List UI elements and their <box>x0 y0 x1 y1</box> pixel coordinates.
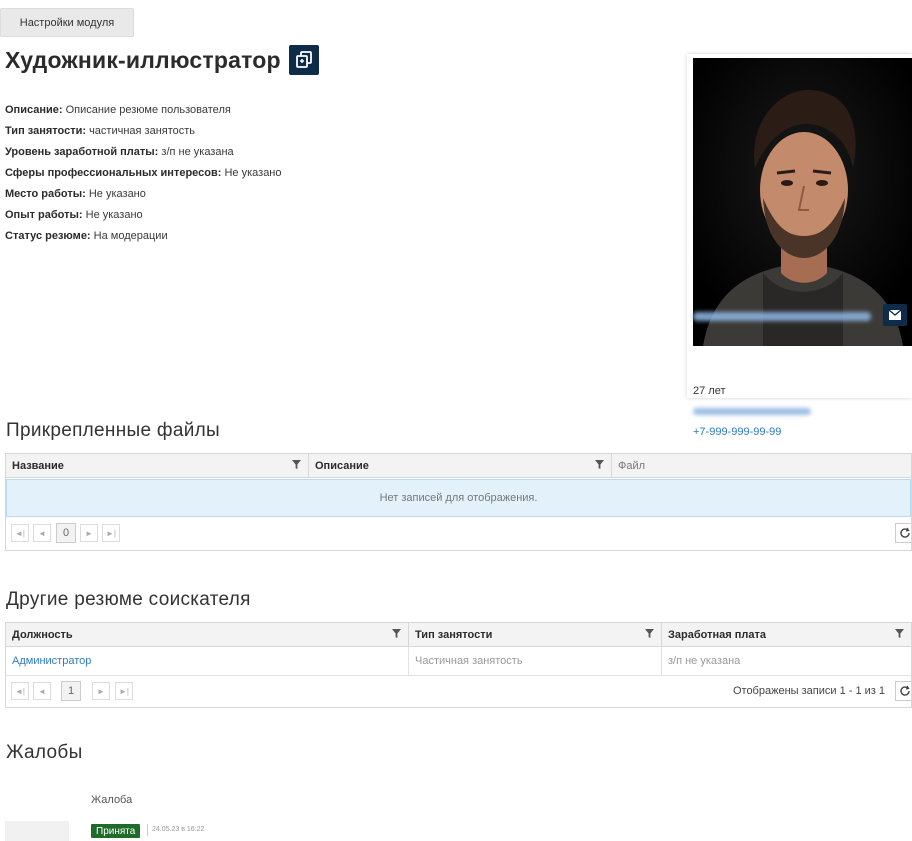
last-page-icon: ►| <box>106 528 116 538</box>
filter-icon[interactable] <box>595 460 604 469</box>
attached-files-title: Прикрепленные файлы <box>6 420 220 441</box>
other-resumes-title: Другие резюме соискателя <box>6 589 251 610</box>
info-value: частичная занятость <box>86 125 196 137</box>
info-value: з/п не указана <box>158 146 234 158</box>
empty-records-row: Нет записей для отображения. <box>6 479 911 517</box>
send-message-button[interactable] <box>883 304 907 326</box>
column-header-employment[interactable]: Тип занятости <box>409 623 662 646</box>
info-row-interests: Сферы профессиональных интересов: Не ука… <box>5 163 282 184</box>
cell-position[interactable]: Администратор <box>6 647 409 675</box>
current-page[interactable]: 0 <box>56 523 76 543</box>
next-page-button[interactable]: ► <box>80 524 98 542</box>
copy-icon <box>295 51 312 68</box>
info-row-experience: Опыт работы: Не указано <box>5 205 282 226</box>
resume-info: Описание: Описание резюме пользователя Т… <box>5 100 282 247</box>
column-header-file[interactable]: Файл <box>612 454 911 477</box>
info-label: Статус резюме: <box>5 230 91 242</box>
grid-pager: ◄| ◄ 0 ► ►| <box>6 518 911 549</box>
next-page-icon: ► <box>85 528 93 538</box>
status-badge: Принята <box>91 824 141 838</box>
info-value: Описание резюме пользователя <box>62 104 231 116</box>
filter-icon[interactable] <box>392 629 401 638</box>
refresh-icon <box>900 527 910 538</box>
profile-phone-link[interactable]: +7-999-999-99-99 <box>693 426 781 438</box>
profile-photo <box>693 58 912 346</box>
next-page-icon: ► <box>97 686 105 696</box>
info-row-workplace: Место работы: Не указано <box>5 184 282 205</box>
complaint-date: 24.05.23 в 16:22 <box>152 826 205 833</box>
module-settings-button[interactable]: Настройки модуля <box>0 8 134 37</box>
column-title: Должность <box>12 628 73 641</box>
column-title: Описание <box>315 459 369 472</box>
profile-age: 27 лет <box>693 385 726 397</box>
first-page-button[interactable]: ◄| <box>11 682 29 700</box>
info-label: Тип занятости: <box>5 125 87 137</box>
cell-employment: Частичная занятость <box>409 647 662 675</box>
info-label: Сферы профессиональных интересов: <box>5 167 222 179</box>
info-label: Место работы: <box>5 188 86 200</box>
info-row-status: Статус резюме: На модерации <box>5 226 282 247</box>
info-label: Уровень заработной платы: <box>5 146 159 158</box>
first-page-icon: ◄| <box>15 686 25 696</box>
info-label: Опыт работы: <box>5 209 83 221</box>
filter-icon[interactable] <box>292 460 301 469</box>
last-page-icon: ►| <box>119 686 129 696</box>
separator <box>147 824 148 836</box>
complaint-label: Жалоба <box>91 794 133 806</box>
refresh-button[interactable] <box>895 681 911 701</box>
profile-name-link[interactable] <box>693 312 871 321</box>
prev-page-icon: ◄ <box>38 686 46 696</box>
info-label: Описание: <box>5 104 63 116</box>
table-row[interactable]: Администратор Частичная занятость з/п не… <box>6 647 911 676</box>
refresh-button[interactable] <box>895 523 911 543</box>
current-page[interactable]: 1 <box>61 681 81 701</box>
info-row-employment: Тип занятости: частичная занятость <box>5 121 282 142</box>
profile-name-row <box>693 304 912 330</box>
profile-email-link[interactable] <box>693 408 811 415</box>
first-page-button[interactable]: ◄| <box>11 524 29 542</box>
prev-page-button[interactable]: ◄ <box>33 682 51 700</box>
envelope-icon <box>889 310 901 320</box>
attached-files-grid: Название Описание Файл Нет записей для о… <box>5 453 912 551</box>
last-page-button[interactable]: ►| <box>102 524 120 542</box>
grid-header: Название Описание Файл <box>6 454 911 478</box>
other-resumes-grid: Должность Тип занятости Заработная плата… <box>5 622 912 708</box>
column-title: Название <box>12 459 64 472</box>
last-page-button[interactable]: ►| <box>115 682 133 700</box>
complaints-title: Жалобы <box>6 742 83 763</box>
grid-pager: ◄| ◄ 1 ► ►| Отображены записи 1 - 1 из 1 <box>6 676 911 707</box>
column-header-name[interactable]: Название <box>6 454 309 477</box>
empty-records-text: Нет записей для отображения. <box>379 492 538 504</box>
cell-salary: з/п не указана <box>668 655 741 667</box>
next-page-button[interactable]: ► <box>92 682 110 700</box>
info-value: Не указано <box>85 188 146 200</box>
column-header-position[interactable]: Должность <box>6 623 409 646</box>
complaint-avatar <box>5 821 69 841</box>
filter-icon[interactable] <box>645 629 654 638</box>
info-value: Не указано <box>82 209 143 221</box>
title-row: Художник-иллюстратор <box>5 45 319 75</box>
info-row-salary: Уровень заработной платы: з/п не указана <box>5 142 282 163</box>
column-title: Тип занятости <box>415 628 493 641</box>
first-page-icon: ◄| <box>15 528 25 538</box>
column-title: Файл <box>618 459 646 472</box>
prev-page-icon: ◄ <box>38 528 46 538</box>
column-title: Заработная плата <box>668 628 766 641</box>
profile-card: 27 лет +7-999-999-99-99 <box>687 54 912 438</box>
grid-header: Должность Тип занятости Заработная плата <box>6 623 911 647</box>
column-header-salary[interactable]: Заработная плата <box>662 623 911 646</box>
info-value: На модерации <box>90 230 168 242</box>
info-value: Не указано <box>221 167 282 179</box>
filter-icon[interactable] <box>895 629 904 638</box>
info-row-description: Описание: Описание резюме пользователя <box>5 100 282 121</box>
prev-page-button[interactable]: ◄ <box>33 524 51 542</box>
column-header-description[interactable]: Описание <box>309 454 612 477</box>
records-info: Отображены записи 1 - 1 из 1 <box>732 685 885 697</box>
page-title: Художник-иллюстратор <box>5 46 281 73</box>
copy-button[interactable] <box>288 45 319 75</box>
refresh-icon <box>900 685 910 696</box>
